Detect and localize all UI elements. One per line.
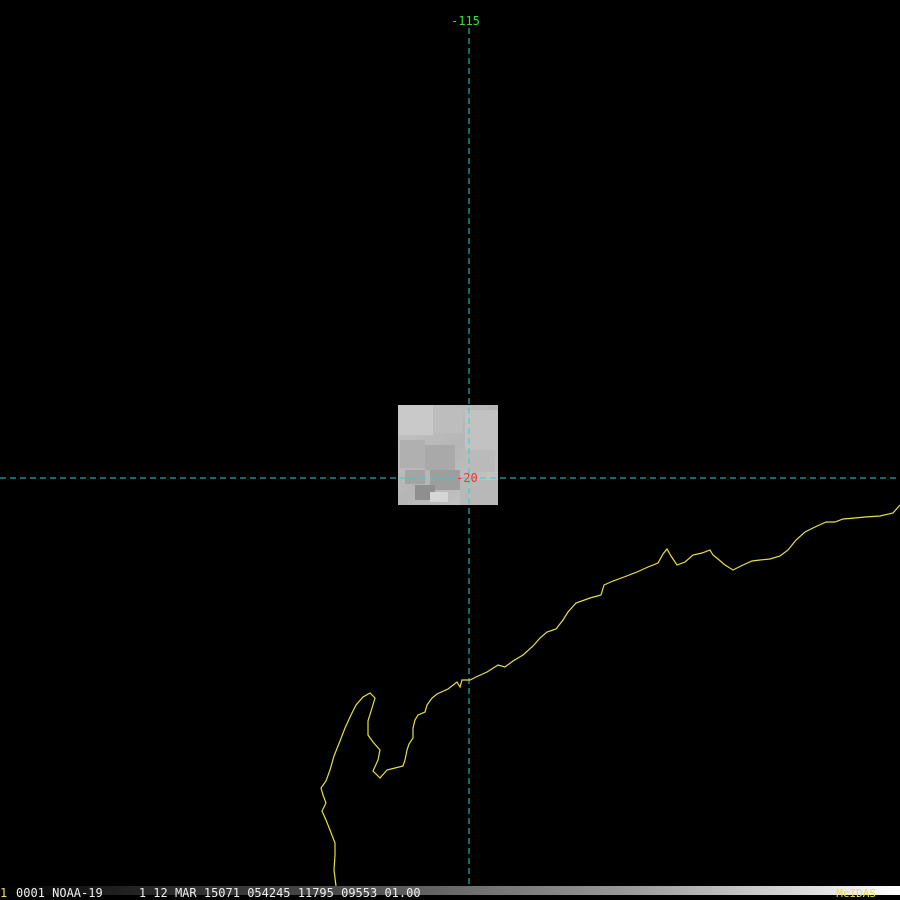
map-viewport[interactable]: -115 -20 1 0001 NOAA-19 1 12 MAR 15071 0… [0,0,900,900]
brand-label: McIDAS [836,887,876,900]
frame-number: 1 [0,886,8,900]
coastline [320,504,900,887]
status-bar: 1 0001 NOAA-19 1 12 MAR 15071 054245 117… [0,886,900,900]
map-canvas [0,28,900,887]
longitude-label: -115 [451,14,480,28]
latitude-label: -20 [456,471,478,485]
image-info-text: 0001 NOAA-19 1 12 MAR 15071 054245 11795… [16,886,421,900]
satellite-image-patch [398,405,498,505]
